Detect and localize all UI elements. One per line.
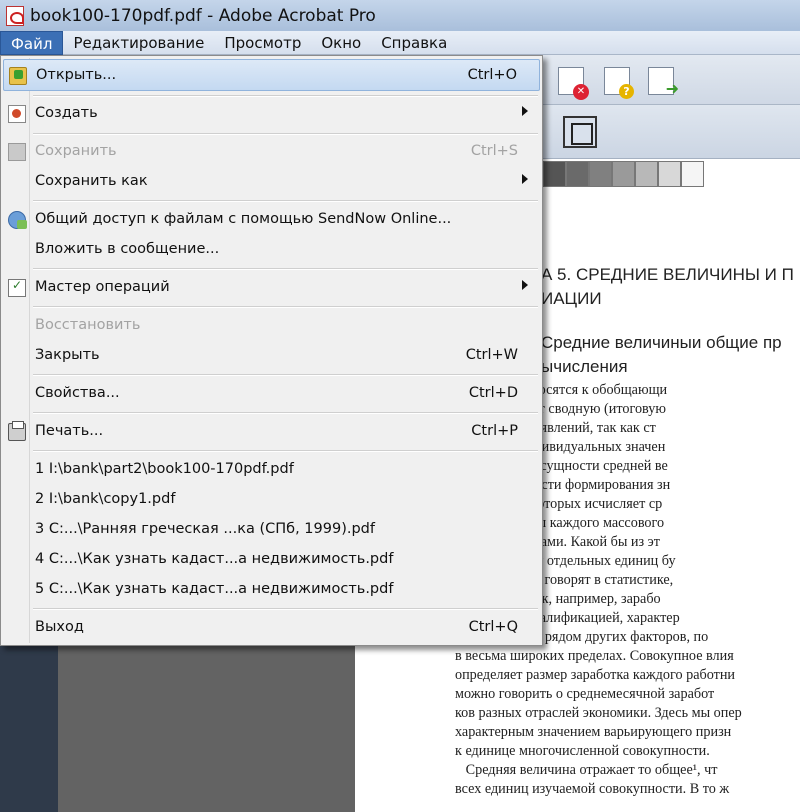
menu-item-recent-file[interactable]: 2 I:\bank\copy1.pdf bbox=[3, 484, 540, 516]
printer-icon bbox=[8, 421, 26, 441]
menu-bar: Файл Редактирование Просмотр Окно Справк… bbox=[0, 31, 800, 55]
menu-item-shortcut: Ctrl+W bbox=[465, 347, 518, 363]
text-line: определяет размер заработка каждого рабо… bbox=[455, 667, 736, 683]
text-line: Средняя величина отражает то общее¹, чт bbox=[455, 762, 718, 778]
menu-item-label: 5 C:...\Как узнать кадаст...а недвижимос… bbox=[35, 581, 394, 597]
menu-item-save-as[interactable]: Сохранить как bbox=[3, 166, 540, 198]
menu-item-label: 1 I:\bank\part2\book100-170pdf.pdf bbox=[35, 461, 294, 477]
menu-item-shortcut: Ctrl+Q bbox=[468, 619, 518, 635]
menu-separator bbox=[33, 95, 538, 97]
fit-page-icon[interactable] bbox=[563, 116, 597, 148]
menu-help[interactable]: Справка bbox=[371, 31, 457, 55]
open-folder-icon bbox=[9, 67, 27, 85]
text-line: в весьма широких пределах. Совокупное вл… bbox=[455, 648, 734, 664]
menu-item-share-sendnow[interactable]: Общий доступ к файлам с помощью SendNow … bbox=[3, 204, 540, 236]
menu-item-label: Вложить в сообщение... bbox=[35, 241, 220, 257]
menu-edit[interactable]: Редактирование bbox=[63, 31, 214, 55]
menu-item-save[interactable]: Сохранить Ctrl+S bbox=[3, 136, 540, 168]
menu-item-properties[interactable]: Свойства... Ctrl+D bbox=[3, 378, 540, 410]
text-line: можно говорить о среднемесячной заработ bbox=[455, 686, 715, 702]
acrobat-pdf-icon bbox=[6, 5, 24, 26]
menu-item-label: Свойства... bbox=[35, 385, 120, 401]
menu-item-label: Создать bbox=[35, 105, 98, 121]
menu-item-exit[interactable]: Выход Ctrl+Q bbox=[3, 612, 540, 644]
menu-separator bbox=[33, 608, 538, 610]
menu-separator bbox=[33, 200, 538, 202]
text-line: всех единиц изучаемой совокупности. В то… bbox=[455, 781, 730, 797]
menu-item-close[interactable]: Закрыть Ctrl+W bbox=[3, 340, 540, 372]
save-icon bbox=[8, 143, 26, 161]
menu-file[interactable]: Файл bbox=[0, 31, 64, 55]
chapter-heading: А 5. СРЕДНИЕ ВЕЛИЧИНЫ И П ИАЦИИ bbox=[541, 265, 794, 308]
sendnow-share-icon bbox=[8, 211, 27, 229]
submenu-arrow-icon bbox=[522, 106, 528, 116]
text-line: характерным значением варьирующего призн bbox=[455, 724, 732, 740]
menu-item-label: 4 C:...\Как узнать кадаст...а недвижимос… bbox=[35, 551, 394, 567]
menu-item-revert[interactable]: Восстановить bbox=[3, 310, 540, 342]
delete-page-icon[interactable] bbox=[558, 67, 589, 100]
menu-item-shortcut: Ctrl+O bbox=[467, 67, 517, 83]
title-bar: book100-170pdf.pdf - Adobe Acrobat Pro bbox=[0, 0, 800, 31]
menu-item-recent-file[interactable]: 3 C:...\Ранняя греческая ...ка (СПб, 199… bbox=[3, 514, 540, 546]
action-wizard-icon bbox=[8, 278, 26, 297]
menu-item-label: Восстановить bbox=[35, 317, 141, 333]
menu-item-action-wizard[interactable]: Мастер операций bbox=[3, 272, 540, 304]
menu-separator bbox=[33, 268, 538, 270]
submenu-arrow-icon bbox=[522, 280, 528, 290]
menu-view[interactable]: Просмотр bbox=[214, 31, 311, 55]
menu-separator bbox=[33, 450, 538, 452]
menu-item-shortcut: Ctrl+P bbox=[471, 423, 518, 439]
menu-separator bbox=[33, 306, 538, 308]
menu-item-label: Печать... bbox=[35, 423, 104, 439]
create-pdf-icon bbox=[8, 105, 26, 123]
menu-item-recent-file[interactable]: 5 C:...\Как узнать кадаст...а недвижимос… bbox=[3, 574, 540, 606]
menu-item-create[interactable]: Создать bbox=[3, 98, 540, 130]
menu-item-label: Открыть... bbox=[36, 67, 117, 83]
menu-item-label: Сохранить bbox=[35, 143, 117, 159]
menu-item-label: Сохранить как bbox=[35, 173, 148, 189]
menu-item-label: Общий доступ к файлам с помощью SendNow … bbox=[35, 211, 452, 227]
menu-item-recent-file[interactable]: 4 C:...\Как узнать кадаст...а недвижимос… bbox=[3, 544, 540, 576]
submenu-arrow-icon bbox=[522, 174, 528, 184]
menu-window[interactable]: Окно bbox=[311, 31, 371, 55]
menu-item-label: Мастер операций bbox=[35, 279, 170, 295]
menu-separator bbox=[33, 412, 538, 414]
menu-item-label: Выход bbox=[35, 619, 84, 635]
menu-separator bbox=[33, 374, 538, 376]
page-help-icon[interactable] bbox=[604, 67, 634, 99]
window-title: book100-170pdf.pdf - Adobe Acrobat Pro bbox=[30, 5, 376, 26]
section-heading: Средние величиныи общие пр ычисления bbox=[541, 333, 782, 376]
extract-page-icon[interactable] bbox=[648, 67, 679, 98]
menu-item-open[interactable]: Открыть... Ctrl+O bbox=[3, 59, 540, 91]
menu-item-shortcut: Ctrl+S bbox=[470, 143, 518, 159]
menu-item-recent-file[interactable]: 1 I:\bank\part2\book100-170pdf.pdf bbox=[3, 454, 540, 486]
menu-item-attach-to-email[interactable]: Вложить в сообщение... bbox=[3, 234, 540, 266]
file-menu-dropdown: Открыть... Ctrl+O Создать Сохранить Ctrl… bbox=[0, 55, 543, 646]
menu-item-shortcut: Ctrl+D bbox=[468, 385, 518, 401]
menu-item-label: 3 C:...\Ранняя греческая ...ка (СПб, 199… bbox=[35, 521, 375, 537]
menu-item-label: 2 I:\bank\copy1.pdf bbox=[35, 491, 176, 507]
menu-separator bbox=[33, 133, 538, 135]
text-line: к единице многочисленной совокупности. bbox=[455, 743, 710, 759]
grayscale-calibration-bar bbox=[543, 161, 704, 187]
text-line: ков разных отраслей экономики. Здесь мы … bbox=[455, 705, 742, 721]
menu-item-print[interactable]: Печать... Ctrl+P bbox=[3, 416, 540, 448]
menu-item-label: Закрыть bbox=[35, 347, 100, 363]
